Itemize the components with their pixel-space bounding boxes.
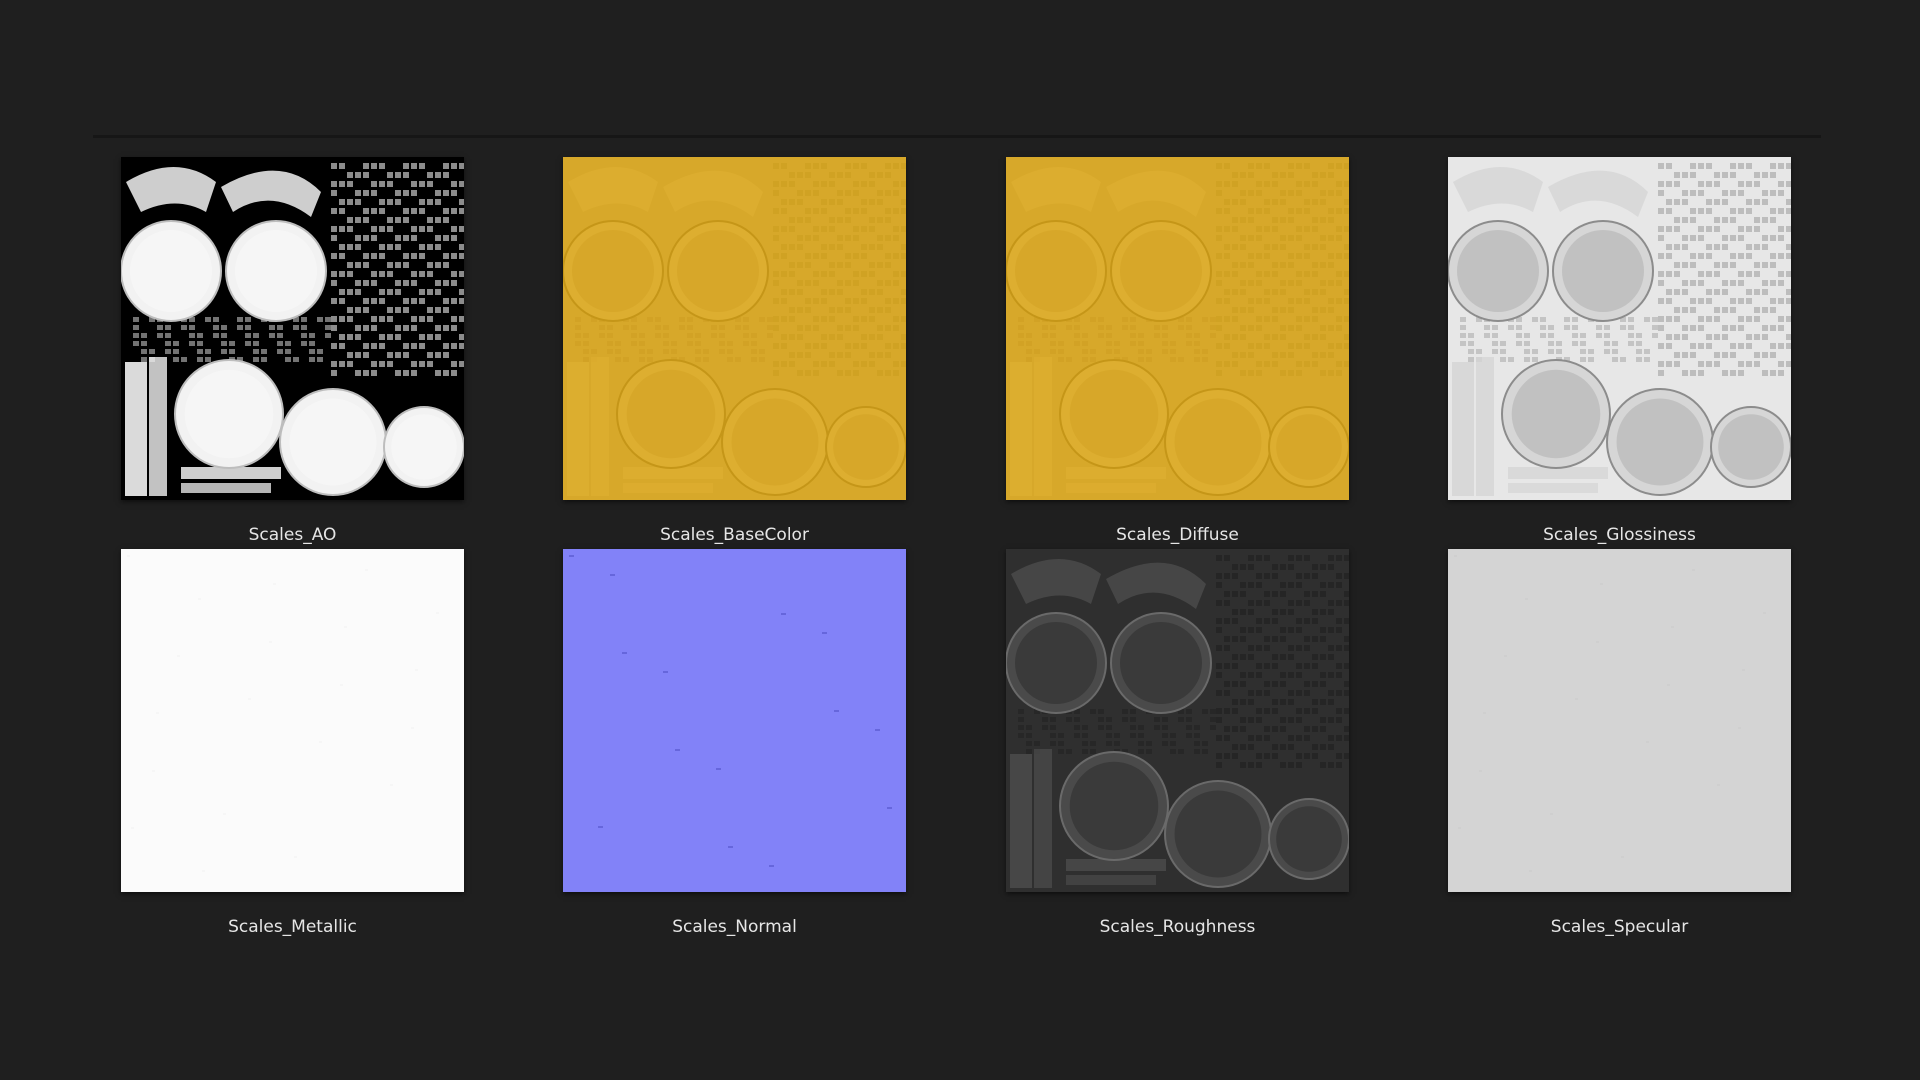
texture-thumbnail[interactable] bbox=[1448, 549, 1791, 892]
texture-label: Scales_BaseColor bbox=[660, 525, 809, 545]
texture-image bbox=[1006, 549, 1349, 892]
texture-image bbox=[1448, 549, 1791, 892]
texture-image bbox=[121, 157, 464, 500]
texture-tile-metallic[interactable]: Scales_Metallic bbox=[121, 549, 464, 937]
texture-label: Scales_Diffuse bbox=[1116, 525, 1239, 545]
texture-thumbnail[interactable] bbox=[1448, 157, 1791, 500]
texture-label: Scales_Normal bbox=[672, 917, 797, 937]
texture-thumbnail[interactable] bbox=[563, 549, 906, 892]
texture-label: Scales_Glossiness bbox=[1543, 525, 1696, 545]
texture-tile-glossiness[interactable]: Scales_Glossiness bbox=[1448, 157, 1791, 545]
texture-label: Scales_Specular bbox=[1550, 917, 1689, 937]
texture-tile-diffuse[interactable]: Scales_Diffuse bbox=[1006, 157, 1349, 545]
texture-thumbnail[interactable] bbox=[1006, 157, 1349, 500]
texture-thumbnail[interactable] bbox=[121, 157, 464, 500]
texture-image bbox=[1448, 157, 1791, 500]
texture-browser: Scales_AO Scales_BaseColor Scales_Diffus… bbox=[0, 0, 1920, 1080]
texture-thumbnail[interactable] bbox=[1006, 549, 1349, 892]
texture-image bbox=[121, 549, 464, 892]
texture-grid: Scales_AO Scales_BaseColor Scales_Diffus… bbox=[0, 0, 1920, 1080]
texture-image bbox=[563, 549, 906, 892]
texture-thumbnail[interactable] bbox=[121, 549, 464, 892]
texture-image bbox=[563, 157, 906, 500]
texture-label: Scales_Metallic bbox=[228, 917, 357, 937]
texture-label: Scales_Roughness bbox=[1099, 917, 1256, 937]
texture-tile-ao[interactable]: Scales_AO bbox=[121, 157, 464, 545]
texture-tile-roughness[interactable]: Scales_Roughness bbox=[1006, 549, 1349, 937]
texture-tile-normal[interactable]: Scales_Normal bbox=[563, 549, 906, 937]
texture-tile-basecolor[interactable]: Scales_BaseColor bbox=[563, 157, 906, 545]
texture-thumbnail[interactable] bbox=[563, 157, 906, 500]
texture-label: Scales_AO bbox=[248, 525, 337, 545]
texture-tile-specular[interactable]: Scales_Specular bbox=[1448, 549, 1791, 937]
texture-image bbox=[1006, 157, 1349, 500]
